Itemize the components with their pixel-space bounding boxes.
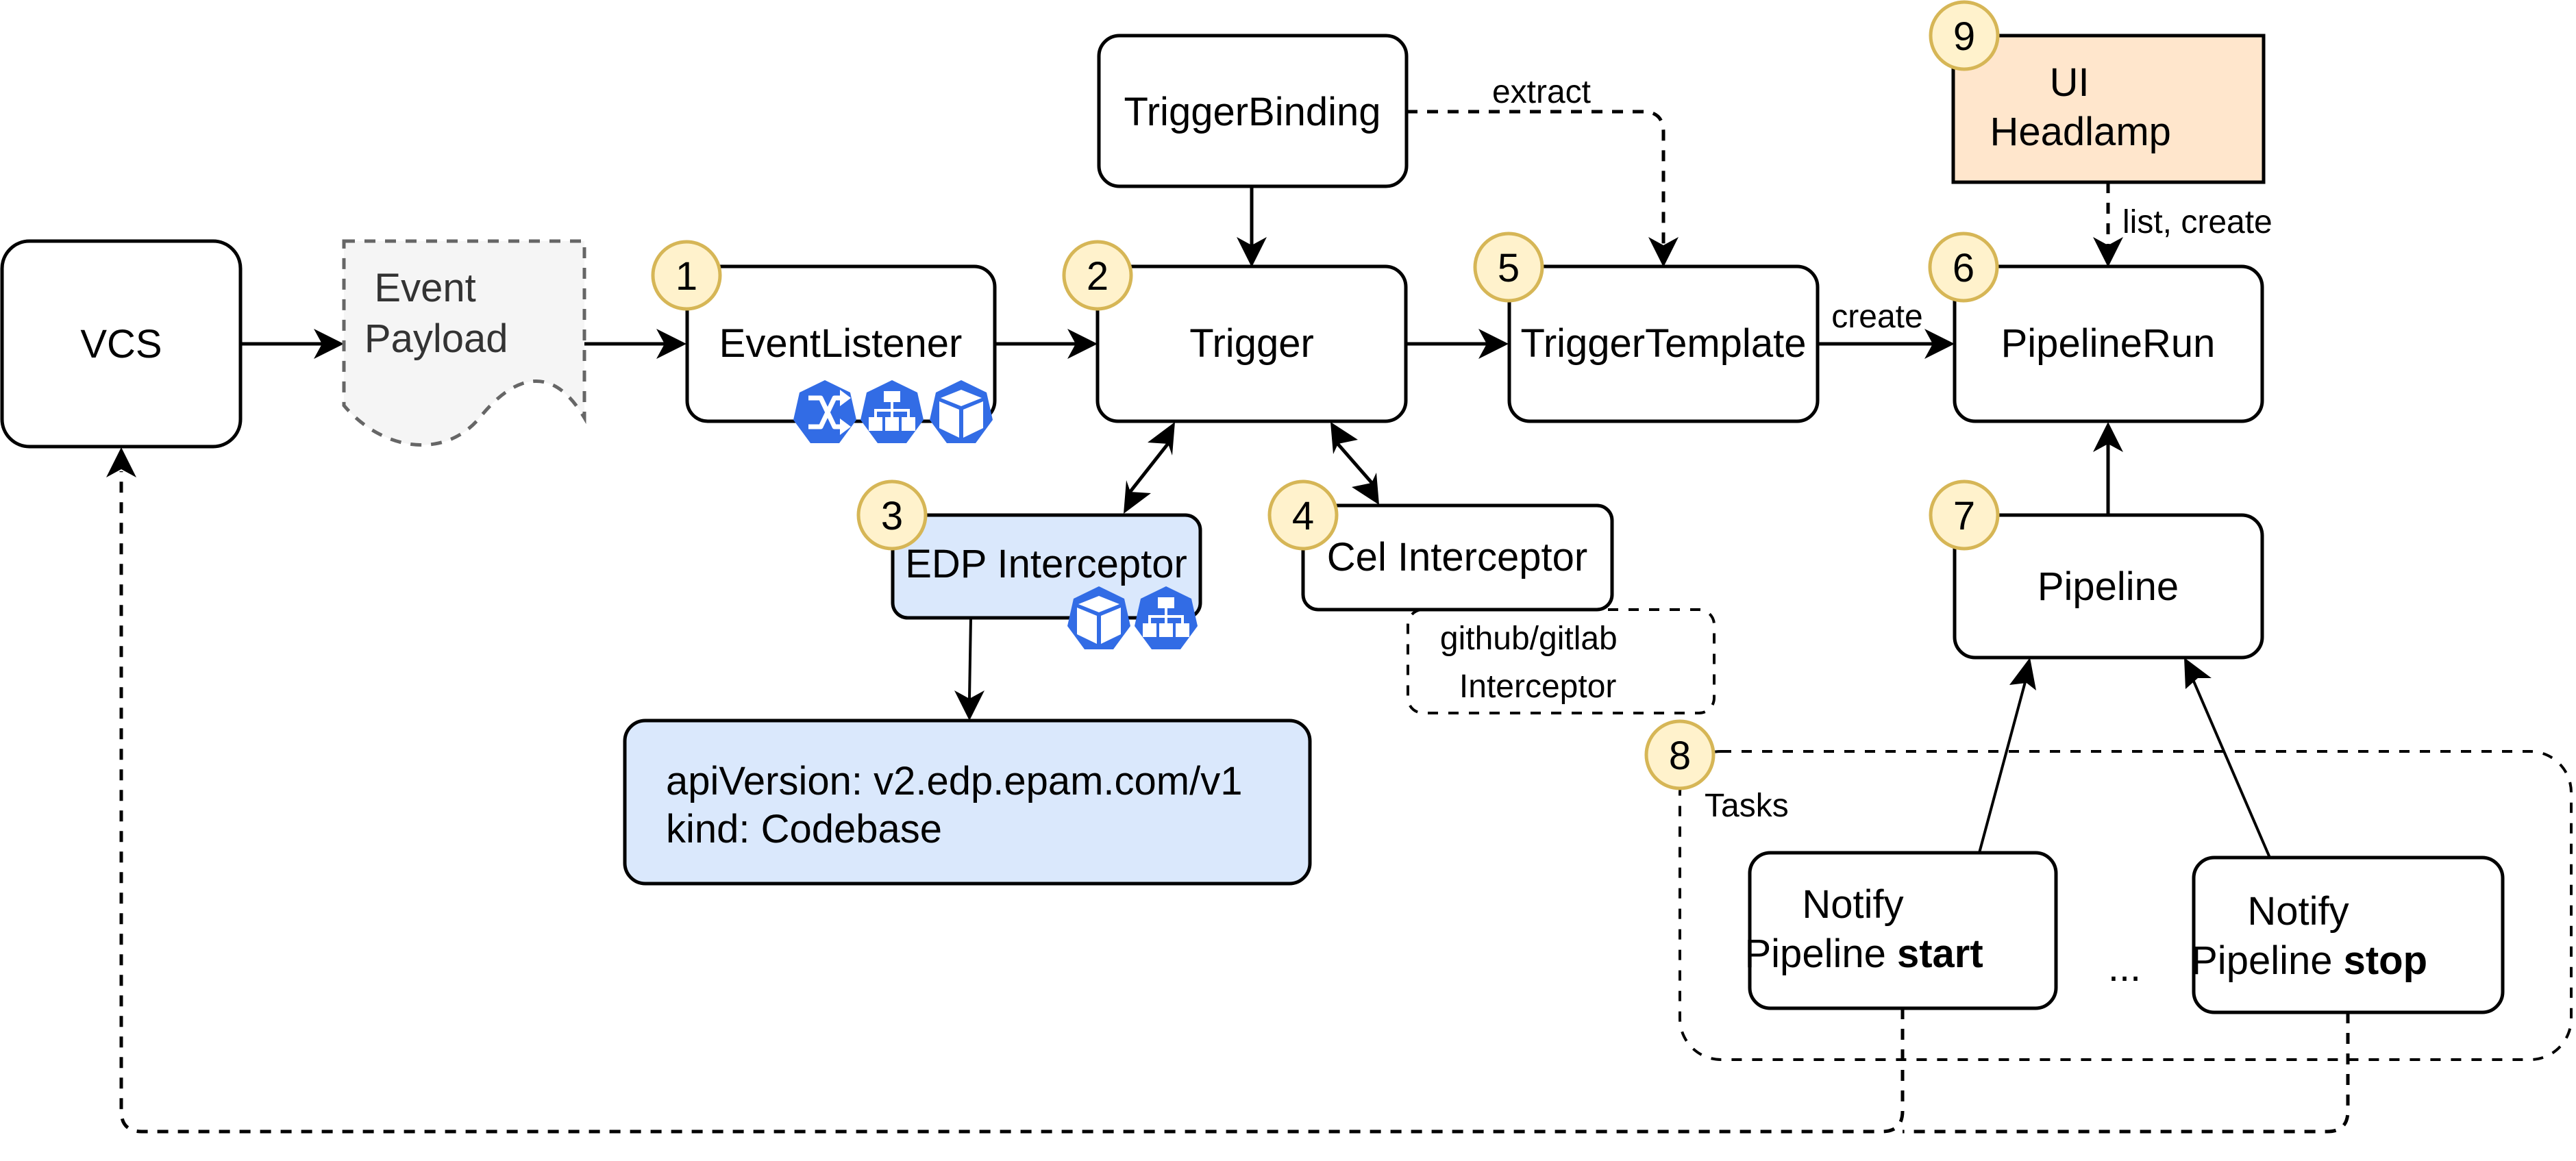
edge-eventlistener-to-trigger: [995, 329, 1098, 359]
badge-2: 2: [1062, 240, 1133, 311]
badge-6-number: 6: [1953, 246, 1974, 290]
node-pipeline-run[interactable]: PipelineRun 6: [1928, 232, 2264, 423]
edge-headlamp-to-pipelinerun: list, create: [2093, 182, 2272, 267]
edge-triggertemplate-to-pipelinerun: create: [1818, 299, 1955, 359]
notify-stop-line-2-plain: Pipeline: [2191, 938, 2343, 983]
edge-label-extract: extract: [1492, 74, 1591, 110]
notify-start-line-1: Notify: [1802, 882, 1903, 927]
node-vcs[interactable]: VCS: [0, 239, 243, 449]
payload-line-1: Event: [374, 266, 475, 310]
badge-4-number: 4: [1292, 494, 1314, 538]
badge-1: 1: [651, 240, 722, 311]
edge-trigger-cel-interceptor: [1330, 422, 1379, 505]
group-tasks-label: Tasks: [1705, 788, 1789, 824]
edge-label-create: create: [1831, 299, 1922, 335]
notify-stop-line-2: Pipeline stop: [2191, 938, 2427, 983]
edge-payload-to-eventlistener: [584, 329, 686, 359]
node-pipeline-run-label: PipelineRun: [2001, 321, 2216, 366]
notify-start-line-2-plain: Pipeline: [1744, 932, 1896, 976]
headlamp-line-2: Headlamp: [1990, 110, 2171, 154]
node-trigger-template[interactable]: TriggerTemplate 5: [1473, 232, 1820, 423]
badge-5: 5: [1473, 232, 1544, 303]
edge-notify-start-to-pipeline: [1978, 658, 2036, 853]
notify-start-line-2-bold: start: [1897, 932, 1983, 976]
node-notify-stop[interactable]: Notify Pipeline stop: [2191, 856, 2505, 1014]
node-pipeline[interactable]: Pipeline 7: [1929, 479, 2264, 660]
edge-trigger-to-triggertemplate: [1406, 329, 1509, 359]
badge-1-number: 1: [676, 254, 697, 299]
notify-start-line-2: Pipeline start: [1744, 932, 1983, 976]
headlamp-line-1: UI: [2050, 60, 2090, 105]
badge-6: 6: [1928, 232, 1999, 303]
node-notify-start[interactable]: Notify Pipeline start: [1744, 851, 2060, 1010]
badge-2-number: 2: [1087, 254, 1109, 299]
node-event-listener-label: EventListener: [719, 321, 963, 366]
edge-pipeline-to-pipelinerun: [2093, 422, 2123, 515]
node-vcs-interceptor[interactable]: github/gitlab Interceptor: [1407, 608, 1716, 714]
node-vcs-interceptor-label: github/gitlab Interceptor: [1440, 621, 1681, 705]
codebase-kind: kind: Codebase: [666, 807, 942, 851]
node-trigger-binding-label: TriggerBinding: [1124, 90, 1380, 134]
notify-stop-line-1: Notify: [2247, 889, 2349, 934]
node-trigger-template-label: TriggerTemplate: [1521, 321, 1807, 366]
node-cel-interceptor-label: Cel Interceptor: [1327, 535, 1587, 579]
badge-7: 7: [1929, 479, 2000, 551]
payload-line-2: Payload: [364, 316, 508, 361]
tekton-triggers-flow-diagram: extract create list, create VCS Event Pa…: [0, 0, 2573, 1134]
edge-triggerbinding-to-triggertemplate: extract: [1407, 74, 1679, 267]
edge-label-list-create: list, create: [2122, 204, 2272, 240]
edge-vcs-to-payload: [240, 329, 344, 359]
edge-trigger-edp-interceptor: [1124, 422, 1175, 514]
node-vcs-label: VCS: [80, 322, 162, 366]
badge-3-number: 3: [881, 494, 903, 538]
node-event-payload[interactable]: Event Payload: [342, 239, 586, 447]
node-trigger-binding[interactable]: TriggerBinding: [1097, 34, 1409, 188]
badge-7-number: 7: [1953, 494, 1975, 538]
codebase-api-version: apiVersion: v2.edp.epam.com/v1: [666, 759, 1242, 803]
node-cel-interceptor[interactable]: Cel Interceptor 4: [1267, 479, 1614, 612]
edge-triggerbinding-to-trigger: [1237, 186, 1267, 267]
badge-8-number: 8: [1669, 734, 1691, 778]
node-event-listener[interactable]: EventListener 1: [651, 240, 997, 443]
node-pipeline-label: Pipeline: [2038, 564, 2179, 609]
node-edp-interceptor-label: EDP Interceptor: [905, 542, 1187, 586]
edge-notify-stop-to-pipeline: [2184, 658, 2271, 858]
node-edp-interceptor[interactable]: EDP Interceptor 3: [856, 479, 1202, 649]
tasks-ellipsis: ...: [2108, 945, 2141, 990]
badge-9-number: 9: [1953, 14, 1975, 59]
badge-9: 9: [1929, 0, 2000, 71]
node-trigger[interactable]: Trigger 2: [1062, 240, 1408, 423]
node-codebase[interactable]: apiVersion: v2.edp.epam.com/v1 kind: Cod…: [623, 719, 1320, 886]
group-tasks[interactable]: Tasks Notify Pipeline start ... Notify P…: [1644, 719, 2573, 1061]
badge-8: 8: [1644, 719, 1716, 790]
edge-edp-to-codebase: [954, 617, 984, 721]
badge-4: 4: [1267, 479, 1339, 551]
notify-stop-line-2-bold: stop: [2344, 938, 2427, 983]
vcs-interceptor-line-1: github/gitlab: [1440, 621, 1618, 657]
badge-3: 3: [856, 479, 928, 551]
node-trigger-label: Trigger: [1189, 321, 1314, 366]
badge-5-number: 5: [1498, 246, 1520, 290]
node-ui-headlamp[interactable]: UI Headlamp 9: [1929, 0, 2266, 184]
vcs-interceptor-line-2: Interceptor: [1459, 669, 1616, 705]
